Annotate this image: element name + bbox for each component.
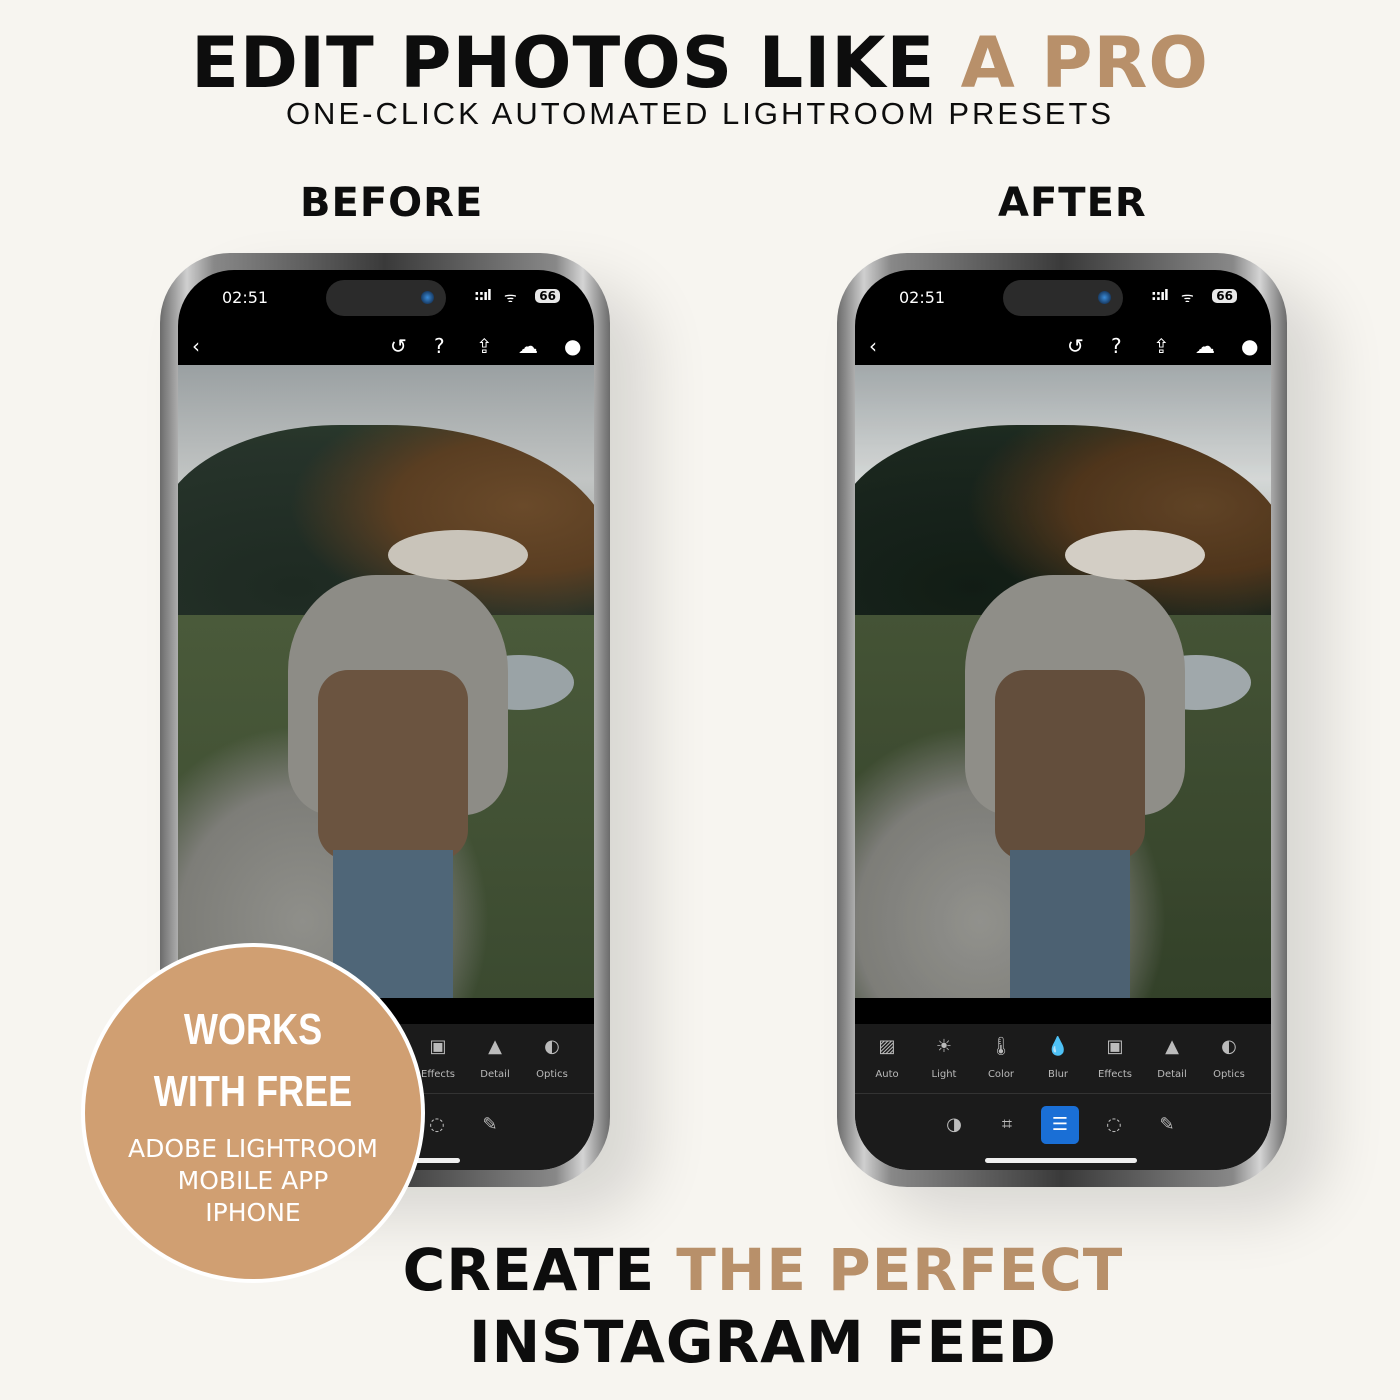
subtitle: ONE-CLICK AUTOMATED LIGHTROOM PRESETS	[285, 96, 1115, 131]
tool-color[interactable]: 🌡 Color	[973, 1036, 1029, 1081]
color-icon: 🌡	[989, 1036, 1013, 1057]
back-icon[interactable]: ‹	[192, 334, 200, 358]
before-label: BEFORE	[300, 180, 484, 226]
tool-detail[interactable]: ▲ Detail	[1144, 1036, 1200, 1081]
healing-icon[interactable]: ✎	[1148, 1106, 1186, 1144]
photo-preview	[855, 365, 1271, 998]
camera-icon	[1098, 291, 1111, 304]
history-icon[interactable]: ↺	[1067, 334, 1084, 358]
auto-icon: ▨	[878, 1036, 896, 1057]
tool-blur[interactable]: 💧 Blur	[1030, 1036, 1086, 1081]
footer-line1: CREATE THE PERFECT	[402, 1236, 1124, 1304]
dynamic-island	[326, 280, 446, 316]
signal-icon: ::ıl	[474, 288, 492, 304]
after-label: AFTER	[998, 180, 1147, 226]
history-icon[interactable]: ↺	[390, 334, 407, 358]
tool-effects[interactable]: ▣ Effects	[1087, 1036, 1143, 1081]
cloud-synced-icon[interactable]: ☁	[518, 334, 538, 358]
wifi-icon: ᯤ	[1181, 290, 1194, 306]
signal-icon: ::ıl	[1151, 288, 1169, 304]
crop-icon[interactable]: ⌗	[988, 1106, 1026, 1144]
tool-detail[interactable]: ▲ Detail	[467, 1036, 523, 1081]
detail-icon: ▲	[488, 1036, 502, 1057]
camera-icon	[421, 291, 434, 304]
effects-icon: ▣	[429, 1036, 447, 1057]
battery-icon: 66	[1212, 289, 1237, 303]
masking-icon[interactable]: ◌	[1095, 1106, 1133, 1144]
edit-icon[interactable]: ☰	[1041, 1106, 1079, 1144]
status-bar: 02:51 ::ıl ᯤ 66	[855, 280, 1271, 316]
more-icon[interactable]: ●	[564, 334, 581, 358]
back-icon[interactable]: ‹	[869, 334, 877, 358]
editor-toolbar: ‹ ↺? ⇪ ☁ ●	[855, 332, 1271, 366]
tool-optics[interactable]: ◐ Optics	[524, 1036, 580, 1081]
tool-light[interactable]: ☀ Light	[916, 1036, 972, 1081]
tool-auto[interactable]: ▨ Auto	[859, 1036, 915, 1081]
share-icon[interactable]: ⇪	[476, 334, 493, 358]
share-icon[interactable]: ⇪	[1153, 334, 1170, 358]
wifi-icon: ᯤ	[504, 290, 517, 306]
help-icon[interactable]: ?	[434, 334, 445, 358]
photo-preview	[178, 365, 594, 998]
help-icon[interactable]: ?	[1111, 334, 1122, 358]
edit-tools: ▨ Auto ☀ Light 🌡 Color 💧 Blur ▣ Effects ▲ Detail ◐ Op…	[855, 1024, 1271, 1094]
footer-line2: INSTAGRAM FEED	[469, 1308, 1057, 1376]
more-icon[interactable]: ●	[1241, 334, 1258, 358]
blur-icon: 💧	[1046, 1036, 1070, 1057]
phone-screen: 02:51 ::ıl ᯤ 66 ‹ ↺? ⇪ ☁ ● ▨ Auto ☀ Light 🌡 Color…	[855, 270, 1271, 1170]
works-badge: WORKS WITH FREE ADOBE LIGHTROOM MOBILE APP…	[81, 943, 425, 1283]
headline: EDIT PHOTOS LIKE A PRO	[191, 22, 1209, 104]
cloud-synced-icon[interactable]: ☁	[1195, 334, 1215, 358]
editor-toolbar: ‹ ↺? ⇪ ☁ ●	[178, 332, 594, 366]
battery-icon: 66	[535, 289, 560, 303]
light-icon: ☀	[935, 1036, 953, 1057]
effects-icon: ▣	[1106, 1036, 1124, 1057]
phone-after: 02:51 ::ıl ᯤ 66 ‹ ↺? ⇪ ☁ ● ▨ Auto ☀ Light 🌡 Color…	[837, 253, 1287, 1187]
presets-icon[interactable]: ◑	[935, 1106, 973, 1144]
bottom-toolbar: ◑ ⌗ ☰ ◌ ✎	[855, 1094, 1271, 1170]
detail-icon: ▲	[1165, 1036, 1179, 1057]
tool-optics[interactable]: ◐ Optics	[1201, 1036, 1257, 1081]
home-indicator	[985, 1158, 1137, 1163]
status-bar: 02:51 ::ıl ᯤ 66	[178, 280, 594, 316]
optics-icon: ◐	[544, 1036, 560, 1057]
healing-icon[interactable]: ✎	[471, 1106, 509, 1144]
optics-icon: ◐	[1221, 1036, 1237, 1057]
dynamic-island	[1003, 280, 1123, 316]
